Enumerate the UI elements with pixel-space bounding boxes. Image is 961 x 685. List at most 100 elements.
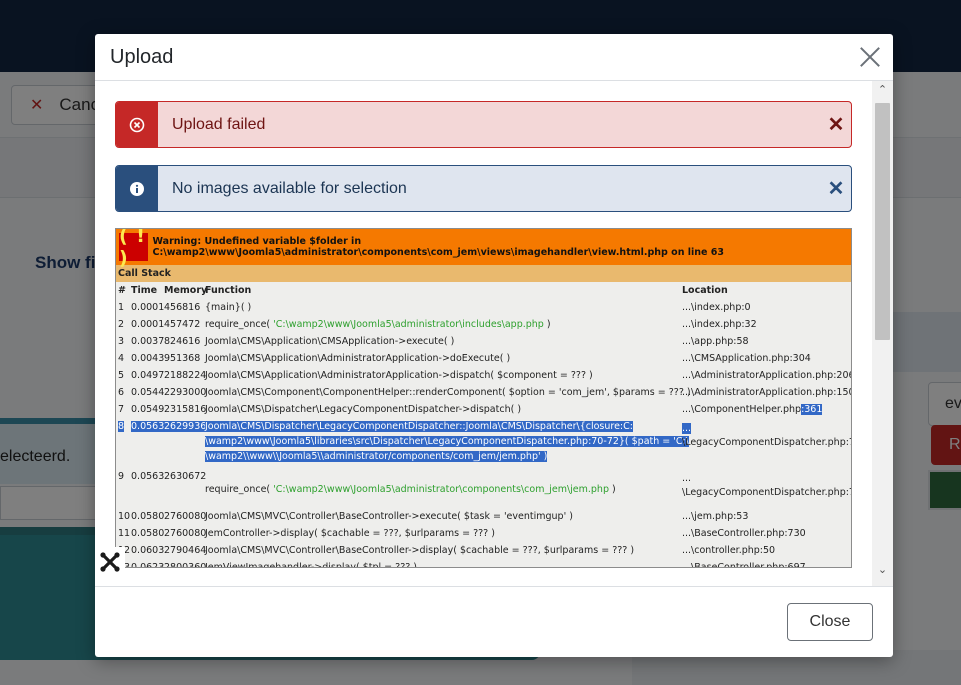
row-function: Joomla\CMS\MVC\Controller\BaseController… <box>205 545 634 556</box>
row-location: ...\BaseController.php:730 <box>682 528 806 539</box>
row-function: JemController->display( $cachable = ???,… <box>205 528 495 539</box>
info-alert-text: No images available for selection <box>172 179 407 197</box>
col-num: # <box>118 285 126 296</box>
row-memory: 457472 <box>164 319 201 330</box>
row-location-line: ... <box>682 423 692 434</box>
row-function-line: \wamp2\\www\\Joomla5\\administrator/comp… <box>205 451 548 462</box>
row-location-line: ... <box>682 473 692 484</box>
table-row: 11 0.0580 2760080 JemController->display( $… <box>116 525 851 542</box>
error-dismiss-icon[interactable]: ✕ <box>821 112 851 137</box>
col-time: Time <box>131 285 158 296</box>
row-time: 0.0563 <box>131 471 165 482</box>
row-function-text: {main}( ) <box>205 302 252 313</box>
row-num: 4 <box>118 353 125 364</box>
upload-modal: Upload Upload failed ✕ No images availab… <box>95 34 893 657</box>
close-button[interactable]: Close <box>787 603 873 641</box>
row-location-text: ...\AdministratorApplication.php:150 <box>682 387 852 398</box>
row-time: 0.0001 <box>131 302 165 313</box>
table-row: 5 0.0497 2188224 Joomla\CMS\Application\Adm… <box>116 367 851 384</box>
row-time: 0.0497 <box>131 370 165 381</box>
call-stack-header: Call Stack <box>116 265 851 282</box>
row-function-arg: 'C:\wamp2\www\Joomla5\administrator\comp… <box>273 484 609 495</box>
row-location: ...\app.php:58 <box>682 336 749 347</box>
call-stack-rows: 1 0.0001 456816 {main}( ) ...\index.php:0 2 0.… <box>116 299 851 568</box>
info-circle-icon <box>116 166 158 211</box>
modal-close-icon[interactable] <box>859 46 881 68</box>
row-location-text: ...\app.php:58 <box>682 336 749 347</box>
table-header-row: # Time Memory Function Location <box>116 282 851 299</box>
row-num: 10 <box>118 511 131 522</box>
row-location-line: \LegacyComponentDispatcher.php:73 <box>682 437 852 448</box>
modal-scrollbar[interactable]: ⌃ ⌄ <box>872 81 893 586</box>
scroll-up-icon[interactable]: ⌃ <box>877 85 888 96</box>
row-function: require_once( 'C:\wamp2\www\Joomla5\admi… <box>205 484 616 495</box>
error-alert: Upload failed ✕ <box>115 101 852 148</box>
row-function-text: Joomla\CMS\Component\ComponentHelper::re… <box>205 387 691 398</box>
row-num: 7 <box>118 404 125 415</box>
row-location: ...\AdministratorApplication.php:150 <box>682 387 852 398</box>
row-function: require_once( 'C:\wamp2\www\Joomla5\admi… <box>205 319 551 330</box>
row-num: 5 <box>118 370 125 381</box>
error-circle-icon <box>116 102 158 147</box>
row-location-text: ...\BaseController.php:730 <box>682 528 806 539</box>
warning-icon: ( ! ) <box>119 228 148 269</box>
scroll-down-icon[interactable]: ⌄ <box>877 565 888 576</box>
row-memory: 2630672 <box>164 471 207 482</box>
row-location-text: ...\index.php:0 <box>682 302 751 313</box>
row-location: ...\BaseController.php:697 <box>682 562 806 568</box>
row-num: 1 <box>118 302 125 313</box>
row-time: 0.0623 <box>131 562 165 568</box>
row-function-text: Joomla\CMS\Application\CMSApplication->e… <box>205 336 455 347</box>
row-time: 0.0043 <box>131 353 165 364</box>
row-function: Joomla\CMS\Application\AdministratorAppl… <box>205 353 510 364</box>
row-time: 0.0563 <box>131 421 165 432</box>
modal-title: Upload <box>110 46 174 68</box>
table-row: 120.06032790464Joomla\CMS\MVC\Controller… <box>116 542 851 559</box>
row-memory: 456816 <box>164 302 201 313</box>
row-location-text: ...\BaseController.php:697 <box>682 562 806 568</box>
row-num: 11 <box>118 528 131 539</box>
row-time: 0.0001 <box>131 319 165 330</box>
row-time: 0.0037 <box>131 336 165 347</box>
row-location: ...\AdministratorApplication.php:206 <box>682 370 851 381</box>
table-row: 4 0.0043 951368 Joomla\CMS\Application\Admi… <box>116 350 851 367</box>
table-row: 7 0.0549 2315816 Joomla\CMS\Dispatcher\Lega… <box>116 401 851 418</box>
table-row: 8 0.0563 2629936 Joomla\CMS\Dispatcher\Lega… <box>116 418 851 468</box>
row-memory: 2760080 <box>164 528 207 539</box>
row-location: ... \LegacyComponentDispatcher.php:71 <box>682 472 851 500</box>
row-location-text: ...\ComponentHelper.php <box>682 404 802 415</box>
xdebug-error-box: ( ! ) Warning: Undefined variable $folde… <box>115 228 852 568</box>
row-function-arg: 'C:\wamp2\www\Joomla5\administrator\incl… <box>273 319 544 330</box>
joomla-logo-icon <box>95 547 125 577</box>
row-memory: 2315816 <box>164 404 207 415</box>
row-time: 0.0544 <box>131 387 165 398</box>
row-function: {main}( ) <box>205 302 251 313</box>
modal-header: Upload <box>95 34 893 81</box>
row-function-line: Joomla\CMS\Dispatcher\LegacyComponentDis… <box>205 421 633 432</box>
modal-body: Upload failed ✕ No images available for … <box>95 81 893 586</box>
row-function: Joomla\CMS\Dispatcher\LegacyComponentDis… <box>205 404 521 415</box>
row-memory: 2760080 <box>164 511 207 522</box>
error-alert-text: Upload failed <box>172 115 266 133</box>
table-row: 6 0.0544 2293000 Joomla\CMS\Component\Compo… <box>116 384 851 401</box>
row-function-text: Joomla\CMS\MVC\Controller\BaseController… <box>205 545 635 556</box>
row-function-line: \wamp2\www\Joomla5\libraries\src\Dispatc… <box>205 436 689 447</box>
scroll-thumb[interactable] <box>875 103 890 340</box>
row-time: 0.0580 <box>131 511 165 522</box>
col-location: Location <box>682 285 728 296</box>
row-function: Joomla\CMS\Dispatcher\LegacyComponentDis… <box>205 419 689 464</box>
row-function-text: Joomla\CMS\Application\AdministratorAppl… <box>205 353 511 364</box>
xdebug-warning-bar: ( ! ) Warning: Undefined variable $folde… <box>116 228 851 269</box>
row-location-text: ...\jem.php:53 <box>682 511 749 522</box>
row-function: JemViewImagehandler->display( $tpl = ???… <box>205 562 418 568</box>
row-num: 2 <box>118 319 125 330</box>
table-row: 1 0.0001 456816 {main}( ) ...\index.php:0 <box>116 299 851 316</box>
row-function: Joomla\CMS\Application\AdministratorAppl… <box>205 370 593 381</box>
row-location-text: ...\index.php:32 <box>682 319 757 330</box>
info-dismiss-icon[interactable]: ✕ <box>821 176 851 201</box>
table-row: 3 0.0037 824616 Joomla\CMS\Application\CMSA… <box>116 333 851 350</box>
row-function-text: require_once( <box>205 319 274 330</box>
row-memory: 2800360 <box>164 562 207 568</box>
row-function-text: JemViewImagehandler->display( $tpl = ???… <box>205 562 418 568</box>
info-alert: No images available for selection ✕ <box>115 165 852 212</box>
